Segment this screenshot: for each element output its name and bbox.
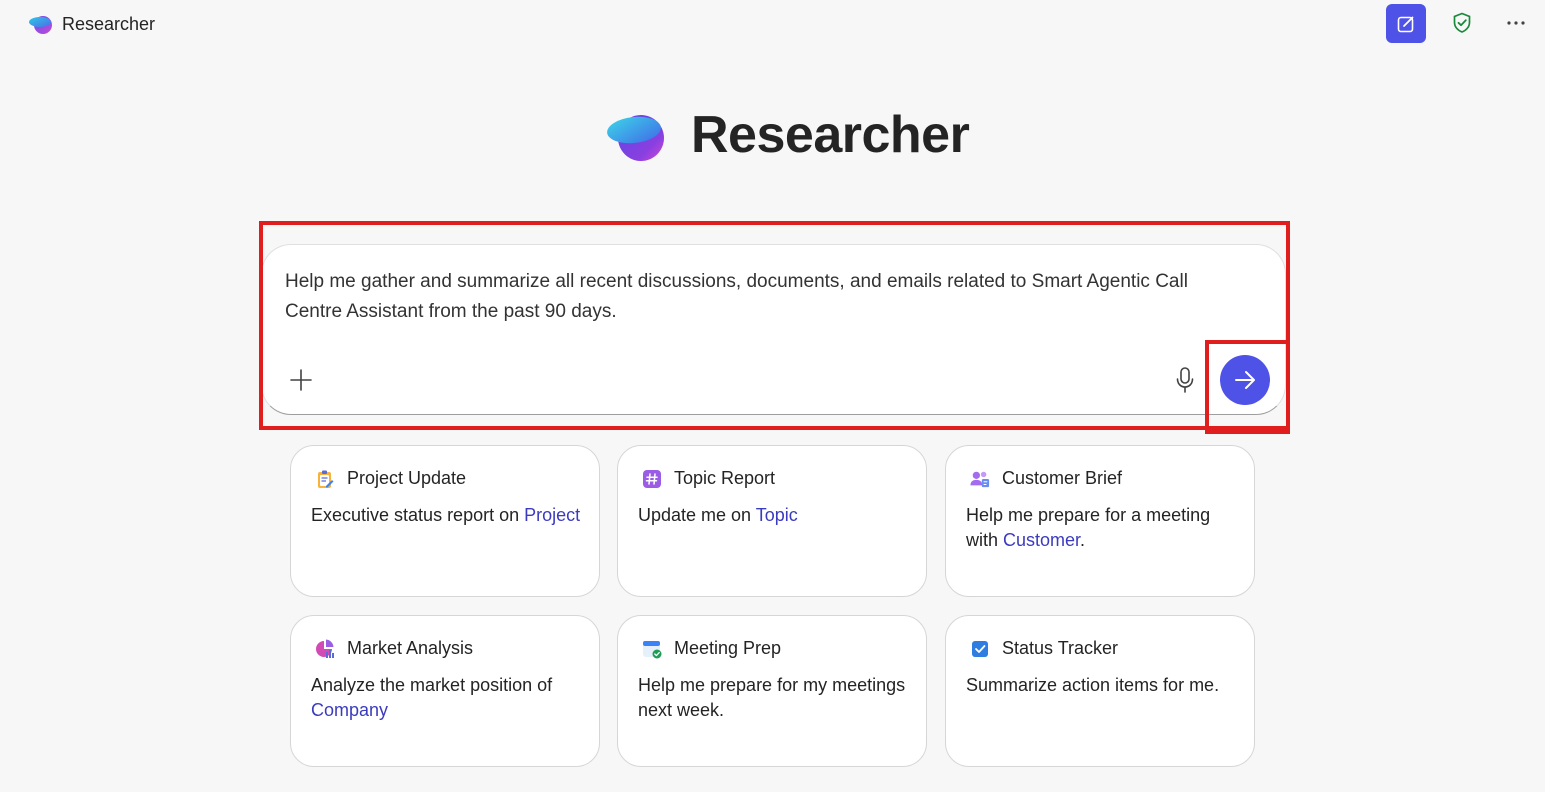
card-title: Project Update xyxy=(347,468,467,488)
send-button[interactable] xyxy=(1220,355,1270,405)
researcher-logo-icon xyxy=(29,16,52,34)
compose-icon xyxy=(1397,16,1414,32)
card-description: Help me prepare for a meeting with Custo… xyxy=(966,505,1211,550)
microphone-icon xyxy=(1176,367,1194,393)
card-topic-report[interactable]: Topic Report Update me on Topic xyxy=(617,445,927,597)
new-chat-button[interactable] xyxy=(1386,4,1426,43)
calendar-check-icon xyxy=(642,639,662,659)
card-title: Market Analysis xyxy=(347,638,474,658)
top-bar: Researcher xyxy=(0,0,1545,50)
card-title: Status Tracker xyxy=(1002,638,1119,658)
card-status-tracker[interactable]: Status Tracker Summarize action items fo… xyxy=(945,615,1255,767)
card-title: Customer Brief xyxy=(1002,468,1123,488)
card-placeholder-link[interactable]: Customer xyxy=(1003,530,1080,550)
protection-shield-button[interactable] xyxy=(1449,10,1475,36)
clipboard-icon xyxy=(315,469,335,489)
microphone-button[interactable] xyxy=(1170,365,1200,395)
page-title: Researcher xyxy=(691,106,970,164)
prompt-input[interactable]: Help me gather and summarize all recent … xyxy=(285,267,1245,327)
plus-icon xyxy=(290,369,312,391)
card-title: Topic Report xyxy=(674,468,776,488)
card-title: Meeting Prep xyxy=(674,638,782,658)
card-market-analysis[interactable]: Market Analysis Analyze the market posit… xyxy=(290,615,600,767)
shield-check-icon xyxy=(1453,12,1471,33)
card-description: Analyze the market position of Company xyxy=(311,675,553,720)
more-options-button[interactable] xyxy=(1502,10,1530,36)
researcher-hero-logo-icon xyxy=(607,115,664,161)
add-attachment-button[interactable] xyxy=(288,367,314,393)
hashtag-icon xyxy=(642,469,662,489)
card-project-update[interactable]: Project Update Executive status report o… xyxy=(290,445,600,597)
card-customer-brief[interactable]: Customer Brief Help me prepare for a mee… xyxy=(945,445,1255,597)
card-description: Help me prepare for my meetings next wee… xyxy=(638,675,906,720)
card-description: Update me on Topic xyxy=(638,505,798,525)
app-name: Researcher xyxy=(62,14,156,34)
people-icon xyxy=(970,469,990,489)
pie-chart-icon xyxy=(315,639,335,659)
card-meeting-prep[interactable]: Meeting Prep Help me prepare for my meet… xyxy=(617,615,927,767)
hero-header: Researcher xyxy=(607,100,970,170)
card-description: Summarize action items for me. xyxy=(966,675,1220,695)
card-description: Executive status report on Project xyxy=(311,505,581,525)
checkbox-icon xyxy=(970,639,990,659)
card-placeholder-link[interactable]: Project xyxy=(524,505,580,525)
arrow-right-icon xyxy=(1235,371,1255,389)
card-placeholder-link[interactable]: Topic xyxy=(756,505,798,525)
card-placeholder-link[interactable]: Company xyxy=(311,700,388,720)
ellipsis-icon xyxy=(1507,21,1525,25)
prompt-composer: Help me gather and summarize all recent … xyxy=(261,244,1286,415)
